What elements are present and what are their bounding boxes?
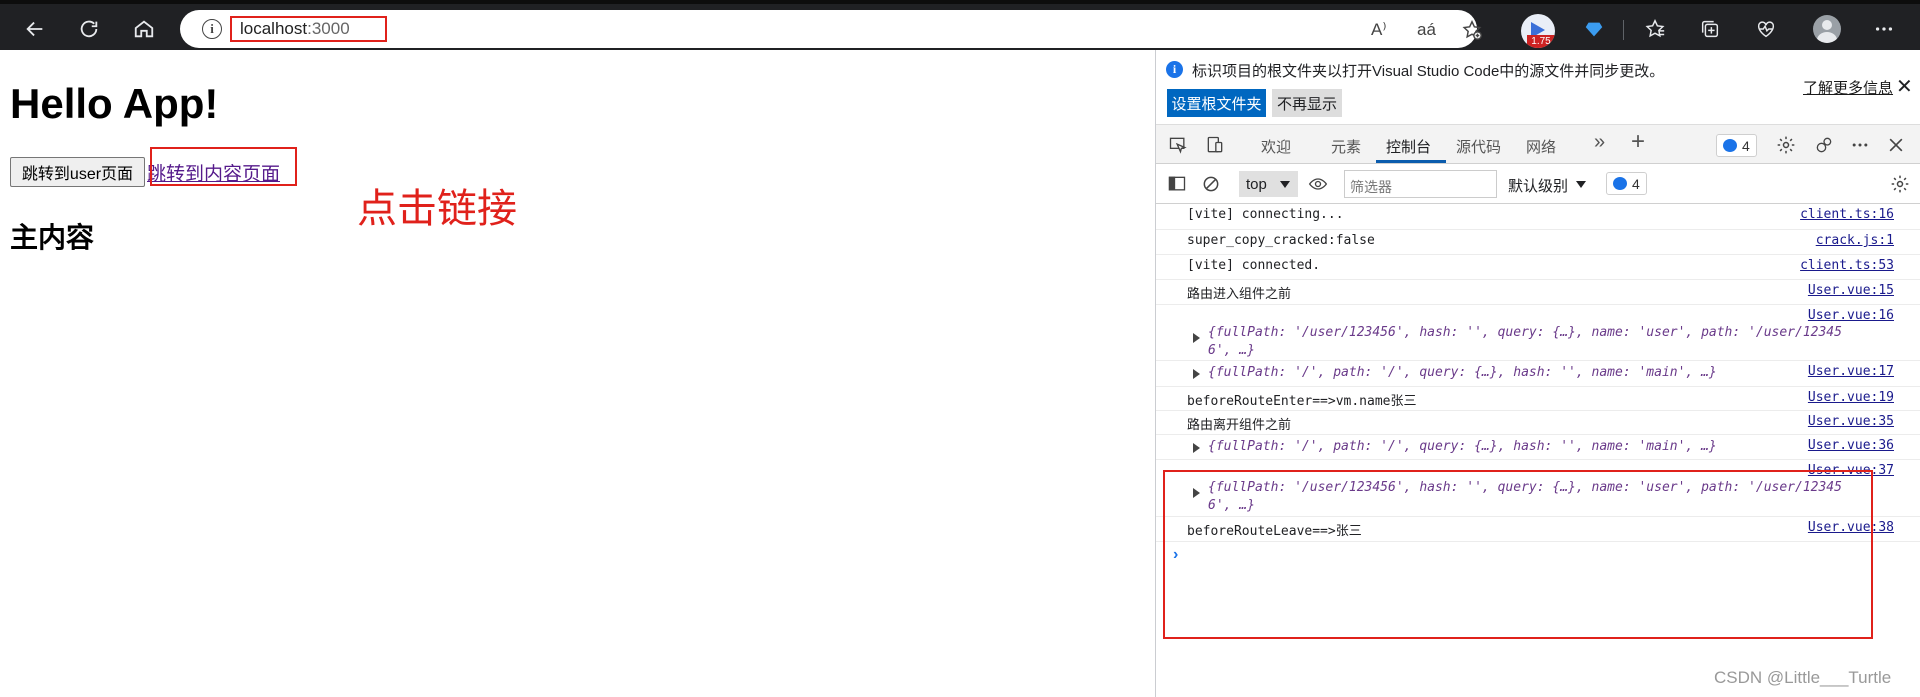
more-tabs-icon[interactable]: »	[1594, 131, 1605, 154]
close-icon[interactable]: ✕	[1896, 74, 1913, 99]
source-link[interactable]: User.vue:15	[1808, 283, 1894, 298]
add-tab-icon[interactable]: +	[1631, 128, 1645, 156]
log-text: beforeRouteEnter==>vm.name张三	[1187, 394, 1417, 409]
issues-count: 4	[1632, 175, 1640, 192]
issues-icon	[1613, 177, 1627, 190]
clear-console-icon[interactable]	[1199, 173, 1223, 195]
dont-show-again-button[interactable]: 不再显示	[1272, 89, 1342, 117]
favorites-icon[interactable]	[1641, 15, 1669, 43]
tab-sources[interactable]: 源代码	[1456, 136, 1501, 157]
refresh-icon[interactable]	[73, 13, 105, 45]
log-object[interactable]: {fullPath: '/', path: '/', query: {…}, h…	[1208, 364, 1717, 382]
console-line: [vite] connecting... client.ts:16	[1156, 204, 1920, 230]
link-highlight-box	[150, 147, 297, 186]
source-link[interactable]: User.vue:35	[1808, 414, 1894, 429]
live-expression-eye-icon[interactable]	[1306, 173, 1330, 195]
info-icon: i	[1166, 61, 1183, 78]
page-title: Hello App!	[10, 80, 219, 127]
more-icon[interactable]	[1870, 15, 1898, 43]
source-link[interactable]: User.vue:16	[1808, 308, 1894, 323]
notification-message: 标识项目的根文件夹以打开Visual Studio Code中的源文件并同步更改…	[1192, 63, 1665, 80]
tab-network[interactable]: 网络	[1526, 136, 1556, 157]
sidebar-toggle-icon[interactable]	[1165, 173, 1189, 195]
console-issues-badge[interactable]: 4	[1606, 172, 1647, 195]
console-settings-icon[interactable]	[1888, 173, 1912, 195]
diamond-icon[interactable]	[1580, 15, 1608, 43]
devtools-notification: i 标识项目的根文件夹以打开Visual Studio Code中的源文件并同步…	[1156, 50, 1920, 124]
extension-badge-label: 1.75	[1527, 35, 1555, 48]
click-link-annotation: 点击链接	[357, 187, 517, 231]
source-link[interactable]: client.ts:16	[1800, 207, 1894, 222]
source-link[interactable]: User.vue:19	[1808, 390, 1894, 405]
watermark: CSDN @Little___Turtle	[1714, 668, 1892, 687]
context-value: top	[1246, 175, 1267, 193]
translate-icon[interactable]: aá	[1417, 19, 1436, 41]
log-text: [vite] connected.	[1187, 258, 1321, 273]
issues-icon	[1723, 139, 1737, 152]
close-devtools-icon[interactable]	[1884, 134, 1908, 156]
devtools-panel: i 标识项目的根文件夹以打开Visual Studio Code中的源文件并同步…	[1155, 50, 1920, 697]
more-options-icon[interactable]	[1848, 134, 1872, 156]
set-root-folder-button[interactable]: 设置根文件夹	[1167, 89, 1266, 117]
log-object[interactable]: {fullPath: '/user/123456', hash: '', que…	[1208, 324, 1842, 360]
console-line: 路由进入组件之前 User.vue:15	[1156, 280, 1920, 305]
expand-arrow-icon[interactable]	[1193, 369, 1200, 379]
issues-count: 4	[1742, 137, 1750, 154]
main-content-heading: 主内容	[10, 222, 95, 253]
tab-welcome[interactable]: 欢迎	[1261, 136, 1291, 157]
back-icon[interactable]	[19, 13, 51, 45]
settings-icon[interactable]	[1774, 134, 1798, 156]
issues-badge[interactable]: 4	[1716, 134, 1757, 157]
goto-user-button[interactable]: 跳转到user页面	[10, 157, 145, 187]
log-object[interactable]: {fullPath: '/', path: '/', query: {…}, h…	[1208, 438, 1717, 456]
console-line: [vite] connected. client.ts:53	[1156, 255, 1920, 280]
source-link[interactable]: User.vue:17	[1808, 364, 1894, 379]
page-content: Hello App! 跳转到user页面 跳转到内容页面 点击链接 主内容	[0, 50, 1155, 697]
customize-icon[interactable]	[1812, 134, 1836, 156]
device-emulation-icon[interactable]	[1203, 134, 1227, 156]
add-favorite-icon[interactable]	[1461, 19, 1483, 41]
console-line: {fullPath: '/', path: '/', query: {…}, h…	[1156, 435, 1920, 460]
profile-icon[interactable]	[1813, 15, 1841, 43]
url-text[interactable]: localhost:3000	[240, 19, 350, 39]
source-link[interactable]: crack.js:1	[1816, 233, 1894, 248]
collections-icon[interactable]	[1696, 15, 1724, 43]
log-level-select[interactable]: 默认级别	[1508, 175, 1568, 196]
health-icon[interactable]	[1752, 15, 1780, 43]
log-text: super_copy_cracked:false	[1187, 233, 1375, 248]
console-line: {fullPath: '/', path: '/', query: {…}, h…	[1156, 361, 1920, 387]
chevron-down-icon	[1280, 181, 1290, 188]
log-text: 路由进入组件之前	[1187, 287, 1292, 302]
extension-icon[interactable]: 1.75	[1521, 14, 1555, 48]
address-bar[interactable]: i localhost:3000 A⁾ aá	[180, 10, 1482, 48]
log-text: 路由离开组件之前	[1187, 418, 1292, 433]
expand-arrow-icon[interactable]	[1193, 443, 1200, 453]
leave-logs-highlight-box	[1163, 470, 1873, 639]
console-toolbar: top 筛选器 默认级别 4	[1156, 164, 1920, 204]
console-line: 路由离开组件之前 User.vue:35	[1156, 411, 1920, 435]
active-tab-indicator	[1376, 160, 1446, 163]
console-output: [vite] connecting... client.ts:16 super_…	[1156, 204, 1920, 697]
source-link[interactable]: User.vue:36	[1808, 438, 1894, 453]
source-link[interactable]: client.ts:53	[1800, 258, 1894, 273]
console-line: beforeRouteEnter==>vm.name张三 User.vue:19	[1156, 387, 1920, 411]
chevron-down-icon	[1576, 181, 1586, 188]
expand-arrow-icon[interactable]	[1193, 333, 1200, 343]
tab-console[interactable]: 控制台	[1386, 136, 1431, 157]
toolbar-divider	[1623, 20, 1624, 40]
devtools-tabbar: 欢迎 元素 控制台 源代码 网络 » + 4	[1156, 124, 1920, 164]
home-icon[interactable]	[128, 13, 160, 45]
console-line: super_copy_cracked:false crack.js:1	[1156, 230, 1920, 255]
learn-more-link[interactable]: 了解更多信息	[1803, 77, 1893, 98]
console-line: User.vue:16 {fullPath: '/user/123456', h…	[1156, 305, 1920, 361]
browser-toolbar: i localhost:3000 A⁾ aá 1.75	[0, 0, 1920, 50]
log-text: [vite] connecting...	[1187, 207, 1344, 222]
filter-input[interactable]: 筛选器	[1344, 170, 1497, 198]
inspect-element-icon[interactable]	[1166, 134, 1190, 156]
info-icon[interactable]: i	[202, 19, 222, 39]
read-aloud-icon[interactable]: A⁾	[1371, 19, 1387, 41]
context-selector[interactable]: top	[1239, 171, 1298, 197]
tab-elements[interactable]: 元素	[1331, 136, 1361, 157]
